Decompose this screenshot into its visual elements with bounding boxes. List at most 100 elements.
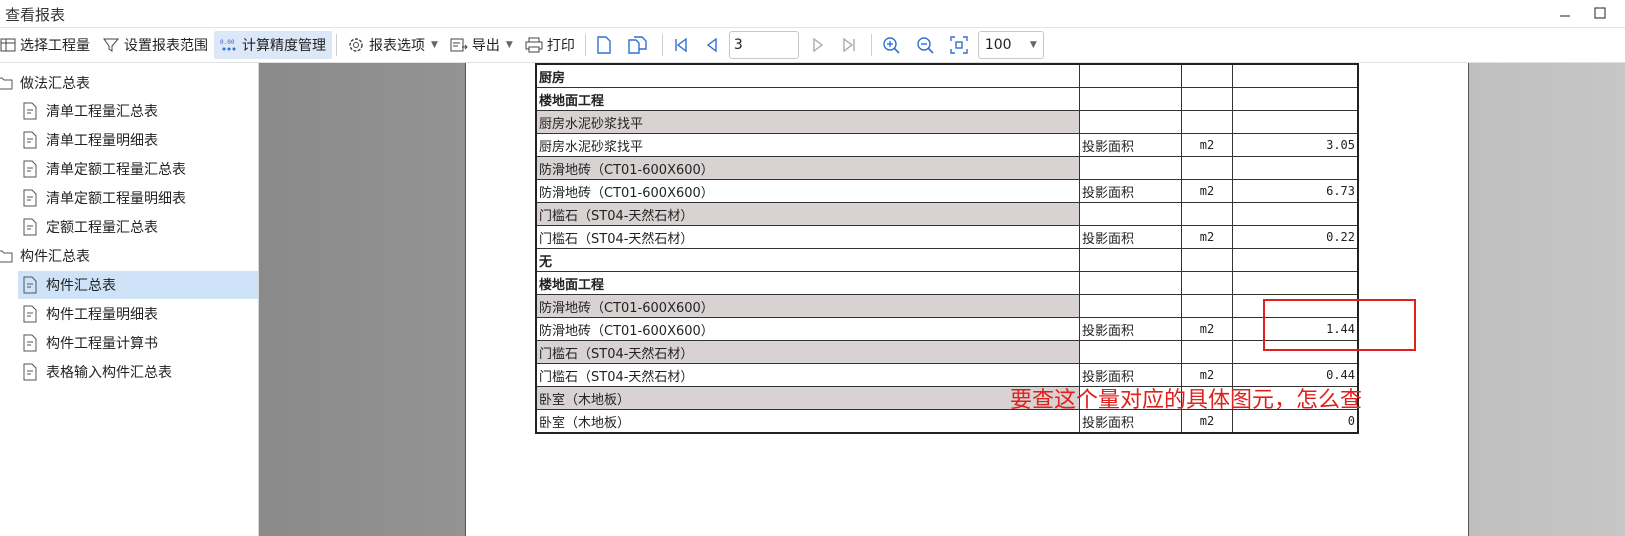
report-cell-c3 [1181, 156, 1233, 180]
tree-item[interactable]: 清单工程量汇总表 [18, 97, 258, 125]
tree-item-selected[interactable]: 构件汇总表 [18, 271, 258, 299]
page-number-input[interactable]: 3 [728, 31, 799, 59]
report-cell-c4: 0.22 [1232, 225, 1359, 249]
annotation-text: 要查这个量对应的具体图元，怎么查 [1010, 388, 1363, 413]
export-button[interactable]: 导出 ▼ [444, 31, 519, 59]
report-cell-c2 [1079, 110, 1182, 134]
tree-item-label: 定额工程量汇总表 [46, 220, 158, 236]
highlight-box [1263, 299, 1416, 351]
precision-button[interactable]: 0.00 计算精度管理 [214, 31, 332, 59]
title-bar: 查看报表 [0, 0, 1625, 28]
next-page-button[interactable] [805, 31, 835, 59]
prev-page-button[interactable] [699, 31, 729, 59]
tree-item[interactable]: 定额工程量汇总表 [18, 213, 258, 241]
print-button[interactable]: 打印 [519, 31, 581, 59]
tree-item[interactable]: 清单定额工程量汇总表 [18, 155, 258, 183]
report-cell-c1: 厨房 [535, 63, 1080, 88]
document-icon [23, 363, 37, 381]
next-page-icon [813, 37, 824, 53]
report-row: 厨房 [535, 63, 1359, 88]
report-cell-c3 [1181, 340, 1233, 364]
first-page-icon [675, 37, 687, 53]
multi-page-button[interactable] [622, 31, 658, 59]
tree-item[interactable]: 构件工程量明细表 [18, 300, 258, 328]
toolbar-divider [661, 34, 663, 56]
report-cell-c1: 防滑地砖（CT01-600X600） [535, 317, 1080, 341]
report-cell-c1: 门槛石（ST04-天然石材） [535, 225, 1080, 249]
report-row: 无 [535, 248, 1359, 272]
tree-item[interactable]: 清单工程量明细表 [18, 126, 258, 154]
report-cell-c2: 投影面积 [1079, 225, 1182, 249]
report-cell-c3: m2 [1181, 317, 1233, 341]
tree-item-label: 表格输入构件汇总表 [46, 365, 172, 381]
single-page-button[interactable] [590, 31, 622, 59]
report-options-button[interactable]: 报表选项 ▼ [341, 31, 444, 59]
report-tree: 做法汇总表 清单工程量汇总表 清单工程量明细表 清单定额工程量汇总表 清单定额工… [0, 63, 259, 536]
precision-icon: 0.00 [220, 39, 236, 51]
tree-group-component[interactable]: 构件汇总表 [0, 242, 90, 270]
report-cell-c4 [1232, 87, 1359, 111]
tree-item-label: 构件汇总表 [46, 278, 116, 294]
zoom-select[interactable]: 100 ▼ [977, 31, 1044, 59]
zoom-out-button[interactable] [910, 31, 944, 59]
document-icon [23, 102, 37, 120]
tree-item-label: 清单定额工程量汇总表 [46, 162, 186, 178]
select-qty-button[interactable]: 选择工程量 [0, 31, 96, 59]
report-cell-c3 [1181, 87, 1233, 111]
chevron-down-icon: ▼ [1029, 40, 1037, 50]
first-page-button[interactable] [667, 31, 699, 59]
fit-page-button[interactable] [944, 31, 978, 59]
report-cell-c3: m2 [1181, 133, 1233, 157]
tree-item[interactable]: 表格输入构件汇总表 [18, 358, 258, 386]
zoom-in-button[interactable] [876, 31, 910, 59]
report-cell-c3 [1181, 202, 1233, 226]
pages-icon [628, 36, 647, 54]
report-cell-c1: 卧室（木地板） [535, 409, 1080, 434]
tree-group-label: 做法汇总表 [20, 76, 90, 92]
report-cell-c2 [1079, 87, 1182, 111]
minimize-icon[interactable] [1554, 2, 1576, 24]
maximize-icon[interactable] [1589, 2, 1611, 24]
report-cell-c2 [1079, 156, 1182, 180]
svg-text:0.00: 0.00 [220, 39, 235, 46]
report-row: 门槛石（ST04-天然石材） 投影面积 m2 0.22 [535, 225, 1359, 249]
report-viewer[interactable]: 厨房 楼地面工程 厨房水泥砂浆找平 厨房水泥砂浆找平 投影面积 m2 3.05 防滑地砖（CT… [259, 63, 1625, 536]
report-cell-c1: 厨房水泥砂浆找平 [535, 110, 1080, 134]
report-cell-c4 [1232, 110, 1359, 134]
report-cell-c1: 卧室（木地板） [535, 386, 1080, 410]
tree-item-label: 清单定额工程量明细表 [46, 191, 186, 207]
tree-item[interactable]: 构件工程量计算书 [18, 329, 258, 357]
report-cell-c3 [1181, 110, 1233, 134]
report-cell-c2 [1079, 202, 1182, 226]
report-cell-c1: 防滑地砖（CT01-600X600） [535, 294, 1080, 318]
report-cell-c2: 投影面积 [1079, 133, 1182, 157]
zoom-in-icon [883, 37, 900, 54]
document-icon [23, 218, 37, 236]
prev-page-icon [706, 37, 717, 53]
tree-item[interactable]: 清单定额工程量明细表 [18, 184, 258, 212]
set-range-label: 设置报表范围 [124, 38, 208, 54]
report-cell-c1: 门槛石（ST04-天然石材） [535, 340, 1080, 364]
chevron-down-icon: ▼ [505, 40, 513, 50]
report-cell-c4 [1232, 156, 1359, 180]
window-title: 查看报表 [5, 6, 66, 24]
export-icon [450, 38, 468, 52]
grid-icon [0, 38, 16, 52]
report-row: 防滑地砖（CT01-600X600） 投影面积 m2 1.44 [535, 317, 1359, 341]
tree-item-label: 构件工程量明细表 [46, 307, 158, 323]
report-cell-c2: 投影面积 [1079, 179, 1182, 203]
report-row: 楼地面工程 [535, 87, 1359, 111]
report-cell-c1: 厨房水泥砂浆找平 [535, 133, 1080, 157]
document-icon [23, 305, 37, 323]
folder-icon [0, 77, 13, 90]
last-page-button[interactable] [835, 31, 867, 59]
report-cell-c1: 防滑地砖（CT01-600X600） [535, 156, 1080, 180]
page-icon [597, 36, 611, 54]
report-cell-c2 [1079, 271, 1182, 295]
tree-group-method[interactable]: 做法汇总表 [0, 69, 90, 97]
chevron-down-icon: ▼ [431, 40, 438, 50]
report-row: 门槛石（ST04-天然石材） [535, 340, 1359, 364]
document-icon [23, 131, 37, 149]
report-cell-c3 [1181, 271, 1233, 295]
set-range-button[interactable]: 设置报表范围 [96, 31, 214, 59]
